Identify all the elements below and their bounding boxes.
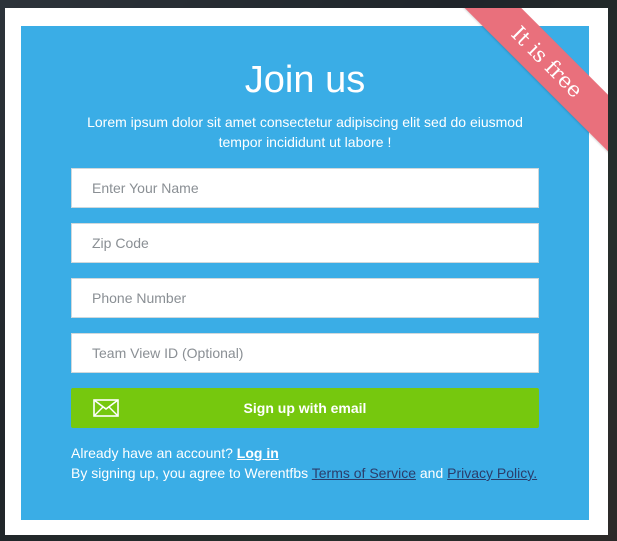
zip-code-input[interactable]: [71, 223, 539, 263]
mail-icon: [93, 399, 119, 417]
agree-text: By signing up, you agree to Werentfbs: [71, 465, 309, 481]
signup-modal: Join us Lorem ipsum dolor sit amet conse…: [5, 8, 608, 535]
login-line: Already have an account? Log in: [71, 443, 539, 463]
login-link[interactable]: Log in: [237, 445, 279, 461]
privacy-policy-link[interactable]: Privacy Policy.: [447, 465, 537, 481]
name-input[interactable]: [71, 168, 539, 208]
terms-line: By signing up, you agree to Werentfbs Te…: [71, 463, 539, 483]
signup-footer: Already have an account? Log in By signi…: [71, 443, 539, 483]
account-text: Already have an account?: [71, 445, 233, 461]
modal-title: Join us: [244, 59, 366, 101]
modal-subtitle: Lorem ipsum dolor sit amet consectetur a…: [87, 114, 523, 150]
terms-of-service-link[interactable]: Terms of Service: [312, 465, 416, 481]
signup-with-email-button[interactable]: Sign up with email: [71, 388, 539, 428]
signup-button-label: Sign up with email: [243, 400, 367, 416]
and-text: and: [419, 465, 444, 481]
signup-panel: Join us Lorem ipsum dolor sit amet conse…: [21, 26, 589, 520]
phone-number-input[interactable]: [71, 278, 539, 318]
team-view-id-input[interactable]: [71, 333, 539, 373]
